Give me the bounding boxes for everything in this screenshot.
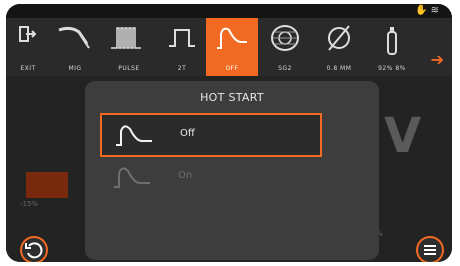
toolbar-item-diameter[interactable]: 0.8 MM [312,18,366,76]
option-label: On [178,170,193,181]
option-label: Off [180,128,195,139]
toolbar-label: SG2 [278,65,292,72]
toolbar-item-gas[interactable]: 92% 8% [366,18,418,76]
exit-icon [19,26,37,42]
option-off[interactable]: Off [100,113,322,157]
status-bar: ✋≋ [6,4,452,18]
toolbar-label: 0.8 MM [326,65,352,72]
hot-start-curve-icon [114,167,150,188]
option-on[interactable]: On [100,157,318,197]
menu-button[interactable] [416,236,444,262]
wifi-icon: ≋ [430,5,442,16]
gas-cylinder-icon [387,27,397,55]
back-icon [25,242,43,259]
toolbar-label: 2T [177,65,187,72]
menu-icon [424,245,436,255]
toolbar-item-mig[interactable]: MIG [50,18,100,76]
back-button[interactable] [20,236,48,262]
level-bar [26,172,68,198]
toolbar-label: EXIT [20,65,36,72]
toolbar-label: MIG [68,65,82,72]
toolbar-item-2t[interactable]: 2T [158,18,206,76]
hot-start-icon [217,27,247,49]
percent-label-left: -15% [20,200,39,208]
2t-trigger-icon [169,29,195,47]
hot-start-dialog: HOT START Off On [85,81,379,260]
hand-icon: ✋ [415,5,431,16]
pulse-icon [111,27,141,49]
toolbar-item-wire[interactable]: SG2 [258,18,312,76]
hot-start-curve-icon [116,125,152,146]
wire-spool-icon [271,25,299,51]
toolbar-label: PULSE [118,65,140,72]
toolbar: EXIT MIG PULSE 2T OFF SG2 0.8 MM 92% 8% [6,18,452,77]
toolbar-label: OFF [225,65,239,72]
next-arrow-icon[interactable]: ➔ [431,50,444,69]
toolbar-item-exit[interactable]: EXIT [6,18,50,76]
toolbar-item-hot-start[interactable]: OFF [206,18,258,76]
dialog-title: HOT START [200,91,264,104]
toolbar-label: 92% 8% [378,65,406,72]
diameter-icon [328,25,350,51]
mig-torch-icon [58,26,90,49]
device-screen: ✋≋ EXIT MIG PULSE 2T OFF SG2 0.8 MM 92% … [6,4,452,262]
toolbar-item-pulse[interactable]: PULSE [100,18,158,76]
voltage-unit: V [384,108,422,164]
